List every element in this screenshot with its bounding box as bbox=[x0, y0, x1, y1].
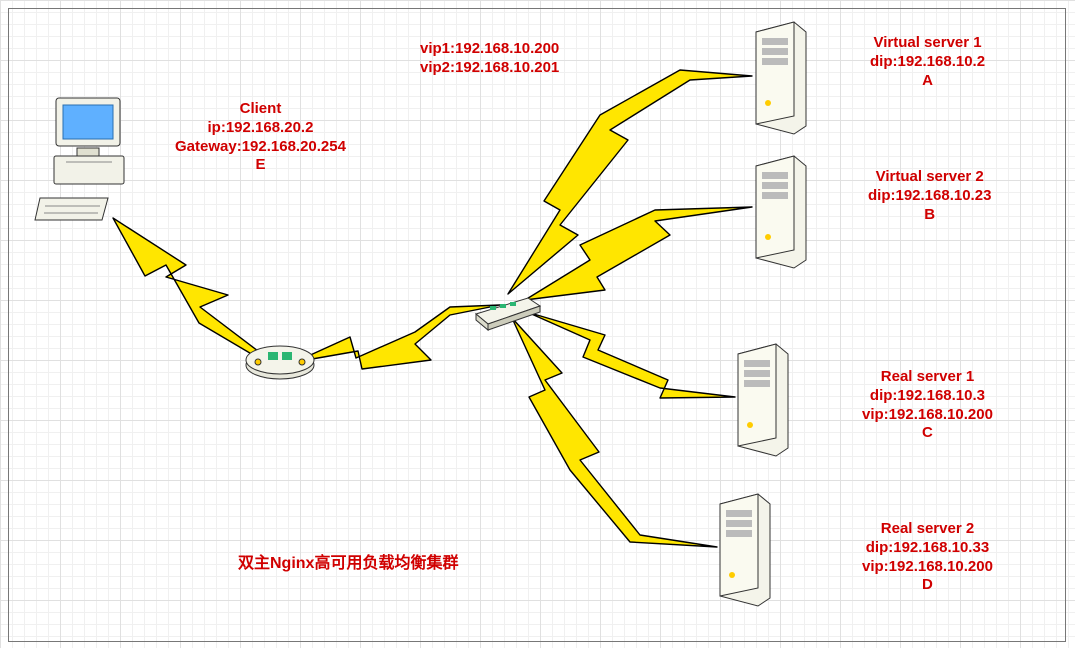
vip1-text: vip1:192.168.10.200 bbox=[420, 40, 559, 59]
vs1-dip: dip:192.168.10.2 bbox=[870, 53, 985, 72]
vs2-name: Virtual server 2 bbox=[868, 168, 991, 187]
vs1-name: Virtual server 1 bbox=[870, 34, 985, 53]
rs1-letter: C bbox=[862, 424, 993, 443]
client-label: Client ip:192.168.20.2 Gateway:192.168.2… bbox=[175, 100, 346, 175]
rs2-label: Real server 2 dip:192.168.10.33 vip:192.… bbox=[862, 520, 993, 595]
client-ip: ip:192.168.20.2 bbox=[175, 119, 346, 138]
switch-icon bbox=[468, 290, 546, 332]
virtual-server-1-icon bbox=[744, 18, 816, 136]
vip-label: vip1:192.168.10.200 vip2:192.168.10.201 bbox=[420, 40, 559, 78]
virtual-server-2-icon bbox=[744, 152, 816, 270]
client-letter: E bbox=[175, 156, 346, 175]
vip2-text: vip2:192.168.10.201 bbox=[420, 59, 559, 78]
rs1-dip: dip:192.168.10.3 bbox=[862, 387, 993, 406]
router-icon bbox=[240, 335, 320, 385]
rs2-vip: vip:192.168.10.200 bbox=[862, 558, 993, 577]
client-gateway: Gateway:192.168.20.254 bbox=[175, 138, 346, 157]
real-server-2-icon bbox=[708, 490, 780, 608]
vs2-letter: B bbox=[868, 206, 991, 225]
vs1-label: Virtual server 1 dip:192.168.10.2 A bbox=[870, 34, 985, 90]
diagram-title: 双主Nginx高可用负载均衡集群 bbox=[238, 554, 458, 574]
rs2-dip: dip:192.168.10.33 bbox=[862, 539, 993, 558]
rs2-name: Real server 2 bbox=[862, 520, 993, 539]
client-name: Client bbox=[175, 100, 346, 119]
real-server-1-icon bbox=[726, 340, 798, 458]
rs1-name: Real server 1 bbox=[862, 368, 993, 387]
rs1-vip: vip:192.168.10.200 bbox=[862, 406, 993, 425]
client-workstation-icon bbox=[30, 90, 150, 230]
rs1-label: Real server 1 dip:192.168.10.3 vip:192.1… bbox=[862, 368, 993, 443]
vs2-dip: dip:192.168.10.23 bbox=[868, 187, 991, 206]
rs2-letter: D bbox=[862, 576, 993, 595]
vs1-letter: A bbox=[870, 72, 985, 91]
vs2-label: Virtual server 2 dip:192.168.10.23 B bbox=[868, 168, 991, 224]
